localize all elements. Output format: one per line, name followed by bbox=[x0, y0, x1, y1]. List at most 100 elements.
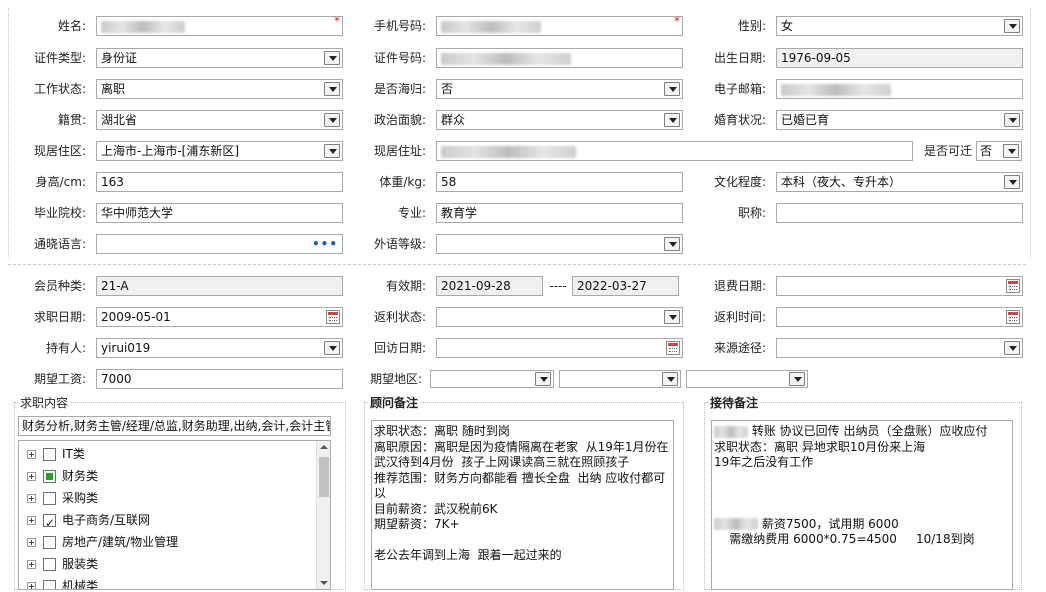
expand-icon[interactable] bbox=[27, 494, 36, 503]
political-label: 政治面貌: bbox=[373, 113, 426, 127]
chevron-down-icon[interactable] bbox=[1003, 144, 1019, 158]
chevron-down-icon[interactable] bbox=[324, 144, 340, 158]
advisor-notes-title: 顾问备注 bbox=[368, 396, 421, 410]
job-category-tree[interactable]: IT类 财务类 采购类 电子商务/互联网 房地产/建筑/物业管理 服装类 机械类 bbox=[18, 440, 331, 590]
checkbox-icon[interactable] bbox=[43, 558, 56, 571]
native-place-select[interactable]: 湖北省 bbox=[96, 110, 343, 130]
residence-address-input[interactable] bbox=[436, 141, 913, 161]
chevron-down-icon[interactable] bbox=[324, 341, 340, 355]
relocate-select[interactable]: 否 bbox=[976, 141, 1022, 161]
checkbox-icon[interactable] bbox=[43, 536, 56, 549]
phone-input[interactable]: * bbox=[436, 16, 683, 36]
work-status-select[interactable]: 离职 bbox=[96, 79, 343, 99]
political-select[interactable]: 群众 bbox=[436, 110, 683, 130]
job-content-summary[interactable]: 财务分析,财务主管/经理/总监,财务助理,出纳,会计,会计主管 bbox=[18, 416, 331, 436]
holder-select[interactable]: yirui019 bbox=[96, 338, 343, 358]
name-input[interactable]: * bbox=[96, 16, 343, 36]
tree-item-it[interactable]: IT类 bbox=[27, 443, 85, 465]
tree-scrollbar[interactable] bbox=[316, 441, 330, 589]
email-input[interactable] bbox=[776, 79, 1023, 99]
checkbox-icon[interactable] bbox=[43, 448, 56, 461]
foreign-level-select[interactable] bbox=[436, 234, 683, 254]
name-redacted bbox=[101, 20, 185, 33]
chevron-down-icon[interactable] bbox=[324, 82, 340, 96]
returnee-select[interactable]: 否 bbox=[436, 79, 683, 99]
reception-notes-textarea[interactable]: 转账 协议已回传 出纳员（全盘账）应收应付 求职状态：离职 异地求职10月份来上… bbox=[711, 420, 1013, 590]
chevron-down-icon[interactable] bbox=[662, 372, 678, 386]
chevron-down-icon[interactable] bbox=[1004, 341, 1020, 355]
weight-value: 58 bbox=[441, 175, 457, 189]
expand-icon[interactable] bbox=[27, 516, 36, 525]
tree-item-finance[interactable]: 财务类 bbox=[27, 465, 98, 487]
tree-item-label: 电子商务/互联网 bbox=[62, 513, 151, 527]
expand-icon[interactable] bbox=[27, 560, 36, 569]
refund-date-input[interactable] bbox=[776, 276, 1023, 296]
chevron-down-icon[interactable] bbox=[664, 237, 680, 251]
more-dots-icon[interactable]: ••• bbox=[312, 235, 338, 253]
expand-icon[interactable] bbox=[27, 582, 36, 589]
checkbox-checked-icon[interactable] bbox=[43, 512, 56, 534]
job-content-title: 求职内容 bbox=[18, 396, 71, 410]
id-number-input[interactable] bbox=[436, 48, 683, 68]
title-input[interactable] bbox=[776, 203, 1023, 223]
marital-select[interactable]: 已婚已育 bbox=[776, 110, 1023, 130]
salary-input[interactable]: 7000 bbox=[96, 369, 343, 389]
gender-select[interactable]: 女 bbox=[776, 16, 1023, 36]
returnee-label: 是否海归: bbox=[373, 82, 426, 96]
returnee-value: 否 bbox=[441, 82, 454, 96]
reception-line-2: 求职状态：离职 异地求职10月份来上海 bbox=[714, 439, 926, 454]
calendar-icon[interactable] bbox=[1006, 310, 1020, 324]
member-type-label: 会员种类: bbox=[33, 279, 86, 293]
region-province-select[interactable] bbox=[430, 370, 554, 388]
major-input[interactable]: 教育学 bbox=[436, 203, 683, 223]
checkbox-icon[interactable] bbox=[43, 492, 56, 505]
chevron-down-icon[interactable] bbox=[664, 310, 680, 324]
education-select[interactable]: 本科（夜大、专升本） bbox=[776, 172, 1023, 192]
calendar-icon[interactable] bbox=[1006, 279, 1020, 293]
calendar-icon[interactable] bbox=[666, 341, 680, 355]
tree-item-realestate[interactable]: 房地产/建筑/物业管理 bbox=[27, 531, 178, 553]
expand-icon[interactable] bbox=[27, 472, 36, 481]
residence-area-label: 现居住区: bbox=[33, 144, 86, 158]
checkbox-icon[interactable] bbox=[43, 580, 56, 589]
language-picker[interactable]: ••• bbox=[96, 234, 343, 254]
advisor-notes-textarea[interactable]: 求职状态：离职 随时到岗 离职原因：离职是因为疫情隔离在老家 从19年1月份在武… bbox=[371, 420, 674, 590]
region-city-select[interactable] bbox=[559, 370, 681, 388]
chevron-down-icon[interactable] bbox=[789, 372, 805, 386]
height-input[interactable]: 163 bbox=[96, 172, 343, 192]
chevron-down-icon[interactable] bbox=[324, 113, 340, 127]
residence-area-select[interactable]: 上海市-上海市-[浦东新区] bbox=[96, 141, 343, 161]
weight-input[interactable]: 58 bbox=[436, 172, 683, 192]
scroll-up-icon[interactable] bbox=[320, 445, 328, 449]
tree-item-ecommerce[interactable]: 电子商务/互联网 bbox=[27, 509, 151, 534]
tree-item-machinery[interactable]: 机械类 bbox=[27, 575, 98, 589]
chevron-down-icon[interactable] bbox=[664, 82, 680, 96]
tree-item-purchasing[interactable]: 采购类 bbox=[27, 487, 98, 509]
tree-item-apparel[interactable]: 服装类 bbox=[27, 553, 98, 575]
school-input[interactable]: 华中师范大学 bbox=[96, 203, 343, 223]
expand-icon[interactable] bbox=[27, 538, 36, 547]
checkbox-partial-icon[interactable] bbox=[43, 470, 56, 483]
visit-date-input[interactable] bbox=[436, 338, 683, 358]
rebate-time-input[interactable] bbox=[776, 307, 1023, 327]
foreign-level-label: 外语等级: bbox=[373, 237, 426, 251]
source-label: 来源途径: bbox=[713, 341, 766, 355]
id-type-select[interactable]: 身份证 bbox=[96, 48, 343, 68]
chevron-down-icon[interactable] bbox=[1004, 113, 1020, 127]
chevron-down-icon[interactable] bbox=[664, 113, 680, 127]
name-label: 姓名: bbox=[57, 19, 86, 33]
chevron-down-icon[interactable] bbox=[1004, 19, 1020, 33]
calendar-icon[interactable] bbox=[326, 310, 340, 324]
chevron-down-icon[interactable] bbox=[535, 372, 551, 386]
chevron-down-icon[interactable] bbox=[324, 51, 340, 65]
expand-icon[interactable] bbox=[27, 450, 36, 459]
region-district-select[interactable] bbox=[686, 370, 808, 388]
reception-line-3: 19年之后没有工作 bbox=[714, 455, 814, 469]
chevron-down-icon[interactable] bbox=[1004, 175, 1020, 189]
scroll-down-icon[interactable] bbox=[320, 581, 328, 585]
source-select[interactable] bbox=[776, 338, 1023, 358]
rebate-status-select[interactable] bbox=[436, 307, 683, 327]
job-date-input[interactable]: 2009-05-01 bbox=[96, 307, 343, 327]
scroll-thumb[interactable] bbox=[319, 457, 329, 497]
phone-required-mark: * bbox=[674, 16, 680, 28]
